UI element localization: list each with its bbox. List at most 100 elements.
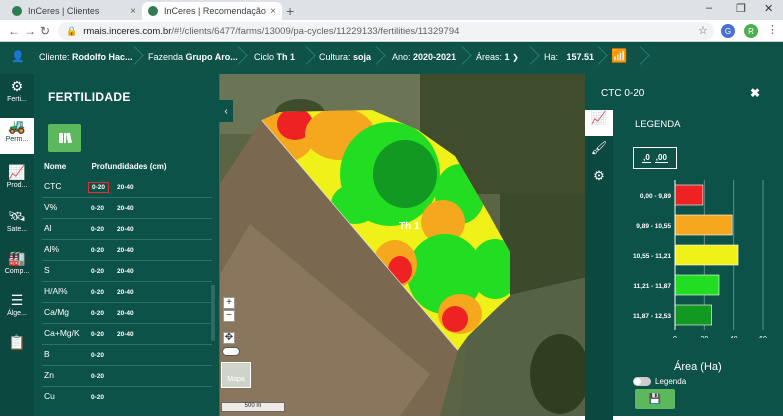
depth-option[interactable]: 0-20 xyxy=(91,373,104,380)
depth-option[interactable]: 0-20 xyxy=(91,331,104,338)
depth-option[interactable]: 0-20 xyxy=(91,289,104,296)
new-tab-button[interactable]: + xyxy=(286,3,294,19)
tab-recomendacao[interactable]: InCeres | Recomendação × xyxy=(142,2,282,20)
depth-option[interactable]: 20-40 xyxy=(117,205,134,212)
close-icon[interactable]: ✖ xyxy=(750,86,760,100)
areas-selector[interactable]: Áreas: 1 ❯ xyxy=(476,52,519,62)
bar[interactable] xyxy=(674,244,739,266)
close-window-button[interactable]: ✕ xyxy=(764,2,773,15)
translate-extension-icon[interactable]: G xyxy=(721,24,735,38)
depth-option[interactable]: 0-20 xyxy=(91,226,104,233)
legend-toggle[interactable]: Legenda xyxy=(633,377,686,386)
decimals-control[interactable]: ,0 ,00 xyxy=(633,147,677,169)
x-tick-label: 20 xyxy=(700,336,708,338)
depth-option[interactable]: 0-20 xyxy=(91,247,104,254)
depth-option[interactable]: 0-20 xyxy=(91,310,104,317)
decimals-two[interactable]: ,00 xyxy=(654,153,668,163)
paint-roller-icon: 🖌 xyxy=(590,140,608,155)
pan-move-button[interactable]: ✥ xyxy=(223,332,235,344)
reload-icon[interactable]: ↻ xyxy=(40,24,50,38)
depth-option[interactable]: 20-40 xyxy=(117,226,134,233)
nav-item-document[interactable]: 📋 xyxy=(0,334,34,358)
profile-avatar[interactable]: R xyxy=(744,24,758,38)
bar[interactable] xyxy=(674,184,704,206)
area-histogram: 0 20 40 60 0,00 - 9,89 9,89 - 10,55 10,55 - 11… xyxy=(633,180,767,338)
nav-item-fertility[interactable]: ⚙ Ferti... xyxy=(0,78,34,114)
separator-icon xyxy=(592,45,604,71)
book-button[interactable] xyxy=(48,124,81,152)
bar[interactable] xyxy=(674,214,733,236)
category-label: 11,87 - 12,53 xyxy=(633,313,671,320)
nav-item-algebra[interactable]: ☰ Álge... xyxy=(0,292,34,328)
back-icon[interactable]: ← xyxy=(8,24,20,38)
save-icon: 💾 xyxy=(648,393,662,405)
tab-chart[interactable]: 📈 xyxy=(585,110,613,136)
menu-kebab-icon[interactable]: ⋮ xyxy=(767,23,778,36)
minimize-button[interactable]: – xyxy=(706,2,712,14)
separator-icon xyxy=(232,45,244,71)
area-label: Th 1 xyxy=(399,221,420,232)
forward-icon[interactable]: → xyxy=(24,24,36,38)
nav-item-production[interactable]: 📈 Prod... xyxy=(0,164,34,200)
depth-option[interactable]: 20-40 xyxy=(117,247,134,254)
collapse-panel-button[interactable]: ‹ xyxy=(219,100,233,122)
client-selector[interactable]: Cliente: Rodolfo Hac... xyxy=(39,52,133,62)
hectares-display: Ha: 157.51 xyxy=(544,52,595,62)
nav-item-satellite[interactable]: 🛰 Sate... xyxy=(0,208,34,244)
depth-option[interactable]: 0-20 xyxy=(91,352,104,359)
x-axis-title: Área (Ha) xyxy=(674,361,722,373)
basemap-switch-button[interactable]: Mapa xyxy=(221,362,251,388)
bookmark-star-icon[interactable]: ☆ xyxy=(698,24,708,37)
legend-panel-title: CTC 0-20 xyxy=(601,88,645,99)
depth-option-selected[interactable]: 0-20 xyxy=(88,182,110,193)
depth-option[interactable]: 0-20 xyxy=(91,268,104,275)
tab-settings[interactable]: ⚙ xyxy=(585,168,613,194)
user-icon[interactable]: 👤 xyxy=(11,50,25,63)
nav-item-compaction[interactable]: 🏭 Comp... xyxy=(0,250,34,286)
legend-panel: CTC 0-20 ✖ 📈 🖌 ⚙ LEGENDA ,0 ,00 02040600… xyxy=(585,74,783,420)
bar[interactable] xyxy=(674,274,720,296)
depth-option[interactable]: 20-40 xyxy=(117,310,134,317)
cycle-selector[interactable]: Ciclo Th 1 xyxy=(254,52,295,62)
panel-scrollbar[interactable] xyxy=(211,285,215,341)
table-row: S 0-20 20-40 xyxy=(42,262,212,282)
bar[interactable] xyxy=(674,304,712,326)
farm-selector[interactable]: Fazenda Grupo Aro... xyxy=(148,52,238,62)
toggle-switch[interactable] xyxy=(633,377,651,386)
tab-clientes[interactable]: InCeres | Clientes × xyxy=(6,2,142,20)
x-tick-label: 40 xyxy=(730,336,738,338)
depth-option[interactable]: 20-40 xyxy=(117,289,134,296)
table-row: H/Al% 0-20 20-40 xyxy=(42,283,212,303)
tab-title: InCeres | Recomendação xyxy=(164,6,266,16)
maximize-button[interactable]: ❐ xyxy=(736,2,746,15)
table-row: B 0-20 xyxy=(42,346,212,366)
fertility-icon: ⚙ xyxy=(10,78,24,94)
tab-close-icon[interactable]: × xyxy=(130,6,136,17)
crop-selector[interactable]: Cultura: soja xyxy=(319,52,371,62)
decimals-one[interactable]: ,0 xyxy=(642,153,651,163)
zoom-in-button[interactable]: + xyxy=(223,297,235,309)
chart-line-icon: 📈 xyxy=(8,164,26,180)
separator-icon xyxy=(634,45,646,71)
year-selector[interactable]: Ano: 2020-2021 xyxy=(392,52,456,62)
tab-close-icon[interactable]: × xyxy=(270,6,276,17)
nav-item-permission[interactable]: 🚜 Perm... xyxy=(0,118,34,154)
separator-icon xyxy=(128,45,140,71)
depth-option[interactable]: 0-20 xyxy=(91,205,104,212)
satellite-icon: 🛰 xyxy=(8,208,26,224)
depth-option[interactable]: 0-20 xyxy=(91,394,104,401)
depth-option[interactable]: 20-40 xyxy=(117,184,134,191)
layers-icon: ☰ xyxy=(10,292,24,308)
url-path: /#!/clients/6477/farms/13009/pa-cycles/1… xyxy=(171,25,460,37)
layer-toggle[interactable] xyxy=(222,347,240,356)
address-bar-row: ← → ↻ 🔒 rmais.inceres.com.br /#!/clients… xyxy=(0,20,783,42)
url-field[interactable]: 🔒 rmais.inceres.com.br /#!/clients/6477/… xyxy=(58,22,714,40)
zoom-out-button[interactable]: − xyxy=(223,310,235,322)
favicon-icon xyxy=(148,6,158,16)
depth-option[interactable]: 20-40 xyxy=(117,268,134,275)
browser-tab-bar: InCeres | Clientes × InCeres | Recomenda… xyxy=(0,0,783,20)
tab-paint[interactable]: 🖌 xyxy=(585,140,613,166)
x-tick-label: 0 xyxy=(673,336,677,338)
save-button[interactable]: 💾 xyxy=(635,389,675,409)
depth-option[interactable]: 20-40 xyxy=(117,331,134,338)
